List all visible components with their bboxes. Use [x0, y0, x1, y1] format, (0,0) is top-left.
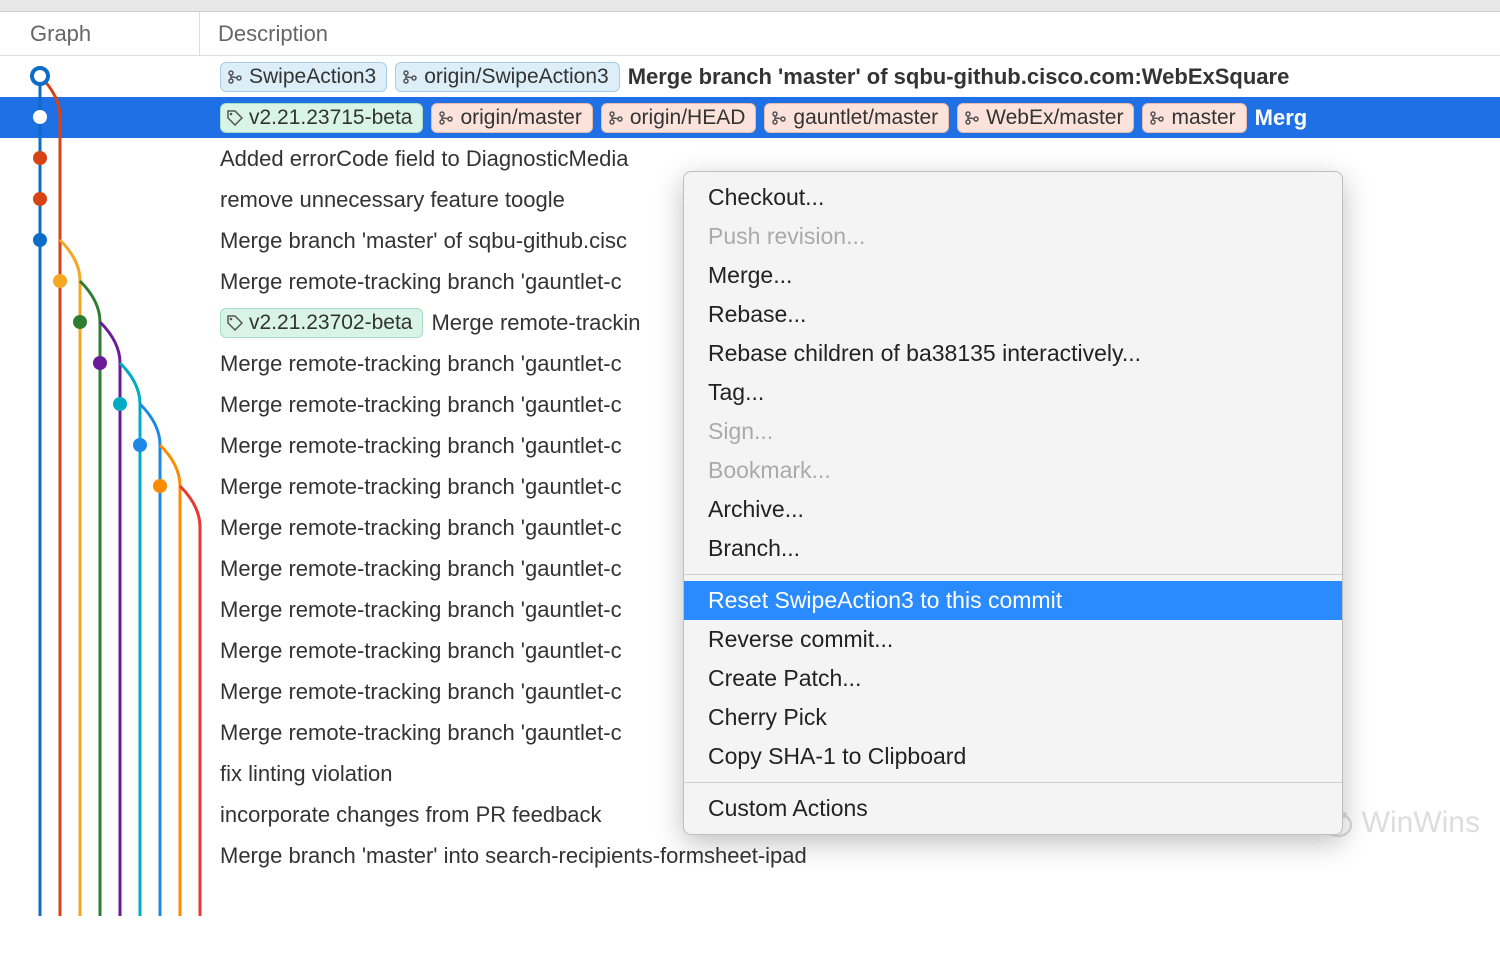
ref-label: origin/master — [460, 106, 581, 130]
branch-icon — [402, 69, 418, 85]
commit-row[interactable]: SwipeAction3 origin/SwipeAction3 Merge bra… — [214, 56, 1500, 97]
menu-item[interactable]: Copy SHA-1 to Clipboard — [684, 737, 1342, 776]
header-description[interactable]: Description — [200, 12, 328, 55]
menu-item[interactable]: Checkout... — [684, 178, 1342, 217]
ref-label: origin/SwipeAction3 — [424, 65, 608, 89]
commit-message: Merge remote-tracking branch 'gauntlet-c — [220, 720, 622, 746]
commit-row[interactable]: Merge branch 'master' into search-recipi… — [214, 835, 1500, 876]
menu-item[interactable]: Reset SwipeAction3 to this commit — [684, 581, 1342, 620]
menu-item[interactable]: Reverse commit... — [684, 620, 1342, 659]
ref-label: v2.21.23715-beta — [249, 106, 412, 130]
ref-badge[interactable]: origin/master — [431, 103, 592, 133]
branch-icon — [771, 110, 787, 126]
commit-row[interactable]: v2.21.23715-beta origin/master origin/HEAD… — [214, 97, 1500, 138]
commit-message: Merge remote-tracking branch 'gauntlet-c — [220, 597, 622, 623]
commit-graph — [0, 56, 214, 956]
ref-label: gauntlet/master — [793, 106, 938, 130]
ref-badge[interactable]: SwipeAction3 — [220, 62, 387, 92]
commit-message: Merge remote-tracking branch 'gauntlet-c — [220, 638, 622, 664]
column-header-row: Graph Description — [0, 12, 1500, 56]
menu-item[interactable]: Rebase... — [684, 295, 1342, 334]
ref-badge[interactable]: v2.21.23715-beta — [220, 103, 423, 133]
commit-message: Merge remote-tracking branch 'gauntlet-c — [220, 433, 622, 459]
branch-icon — [1149, 110, 1165, 126]
graph-column — [0, 56, 214, 916]
menu-item[interactable]: Tag... — [684, 373, 1342, 412]
ref-label: v2.21.23702-beta — [249, 311, 412, 335]
commit-message: Merg — [1255, 105, 1308, 131]
commit-message: remove unnecessary feature toogle — [220, 187, 565, 213]
menu-separator — [684, 574, 1342, 575]
menu-item[interactable]: Cherry Pick — [684, 698, 1342, 737]
commit-message: Merge remote-tracking branch 'gauntlet-c — [220, 515, 622, 541]
ref-badge[interactable]: gauntlet/master — [764, 103, 949, 133]
ref-badge[interactable]: v2.21.23702-beta — [220, 308, 423, 338]
ref-badge[interactable]: origin/HEAD — [601, 103, 757, 133]
commit-message: Merge remote-tracking branch 'gauntlet-c — [220, 269, 622, 295]
commit-message: Added errorCode field to DiagnosticMedia — [220, 146, 628, 172]
toolbar-area — [0, 0, 1500, 12]
menu-item: Push revision... — [684, 217, 1342, 256]
menu-item[interactable]: Archive... — [684, 490, 1342, 529]
context-menu[interactable]: Checkout...Push revision...Merge...Rebas… — [683, 171, 1343, 835]
commit-message: Merge branch 'master' into search-recipi… — [220, 843, 807, 869]
menu-separator — [684, 782, 1342, 783]
branch-icon — [438, 110, 454, 126]
ref-label: SwipeAction3 — [249, 65, 376, 89]
commit-message: Merge remote-tracking branch 'gauntlet-c — [220, 392, 622, 418]
commit-message: Merge remote-tracking branch 'gauntlet-c — [220, 556, 622, 582]
ref-badge[interactable]: master — [1142, 103, 1246, 133]
commit-message: incorporate changes from PR feedback — [220, 802, 602, 828]
menu-item[interactable]: Merge... — [684, 256, 1342, 295]
branch-icon — [608, 110, 624, 126]
ref-label: WebEx/master — [986, 106, 1123, 130]
commit-message: Merge branch 'master' of sqbu-github.cis… — [220, 228, 627, 254]
commit-message: Merge remote-tracking branch 'gauntlet-c — [220, 351, 622, 377]
tag-icon — [227, 315, 243, 331]
commit-message: Merge remote-trackin — [431, 310, 640, 336]
branch-icon — [227, 69, 243, 85]
header-graph[interactable]: Graph — [0, 12, 200, 55]
menu-item[interactable]: Rebase children of ba38135 interactively… — [684, 334, 1342, 373]
commit-message: Merge remote-tracking branch 'gauntlet-c — [220, 679, 622, 705]
content-area: SwipeAction3 origin/SwipeAction3 Merge bra… — [0, 56, 1500, 916]
menu-item: Bookmark... — [684, 451, 1342, 490]
branch-icon — [964, 110, 980, 126]
commit-message: Merge remote-tracking branch 'gauntlet-c — [220, 474, 622, 500]
tag-icon — [227, 110, 243, 126]
commit-message: fix linting violation — [220, 761, 392, 787]
menu-item[interactable]: Branch... — [684, 529, 1342, 568]
ref-badge[interactable]: WebEx/master — [957, 103, 1134, 133]
ref-label: origin/HEAD — [630, 106, 746, 130]
menu-item[interactable]: Custom Actions — [684, 789, 1342, 828]
commit-message: Merge branch 'master' of sqbu-github.cis… — [628, 64, 1290, 90]
menu-item: Sign... — [684, 412, 1342, 451]
ref-label: master — [1171, 106, 1235, 130]
menu-item[interactable]: Create Patch... — [684, 659, 1342, 698]
ref-badge[interactable]: origin/SwipeAction3 — [395, 62, 619, 92]
watermark-text: WinWins — [1362, 806, 1480, 840]
